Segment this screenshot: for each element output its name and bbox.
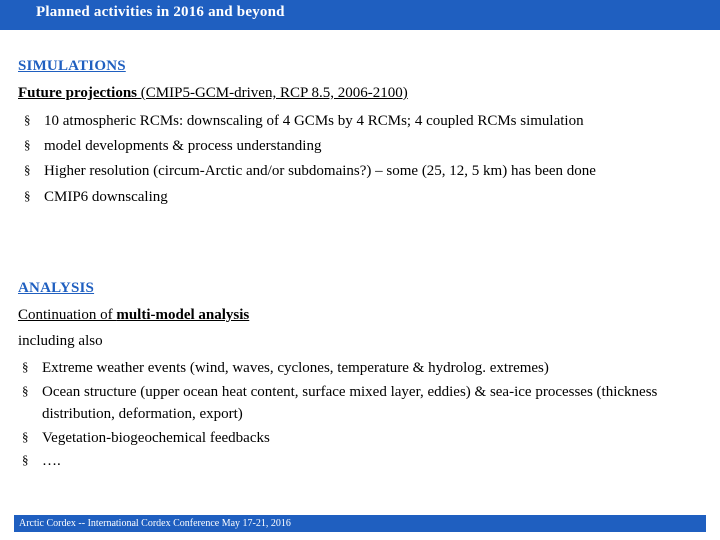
bullet-marker-icon: § [22, 359, 29, 374]
list-item: § Extreme weather events (wind, waves, c… [18, 357, 718, 380]
analysis-section: ANALYSIS Continuation of multi-model ana… [18, 280, 718, 474]
list-item-label: model developments & process understandi… [44, 138, 322, 155]
analysis-heading: ANALYSIS [18, 280, 95, 296]
list-item-label: Vegetation-biogeochemical feedbacks [42, 429, 270, 446]
bullet-marker-icon: § [22, 428, 29, 444]
bullet-marker-icon: § [24, 187, 31, 203]
list-item: § model developments & process understan… [18, 135, 718, 157]
list-item: § …. [18, 450, 718, 473]
list-item-label: 10 atmospheric RCMs: downscaling of 4 GC… [44, 113, 584, 129]
analysis-subheading-bold: multi-model analysis [116, 307, 250, 323]
simulations-subheading-rest: (CMIP5-GCM-driven, RCP 8.5, 2006-2100) [137, 85, 408, 101]
analysis-subheading: Continuation of multi-model analysis [18, 307, 718, 324]
bullet-marker-icon: § [22, 452, 29, 467]
list-item: § Higher resolution (circum-Arctic and/o… [18, 160, 718, 182]
analysis-bullet-list: § Extreme weather events (wind, waves, c… [18, 357, 718, 473]
title-bar: Planned activities in 2016 and beyond [0, 0, 720, 30]
simulations-subheading: Future projections (CMIP5-GCM-driven, RC… [18, 85, 718, 102]
list-item-label: …. [42, 453, 61, 469]
list-item-label: Higher resolution (circum-Arctic and/or … [44, 163, 596, 180]
list-item: § 10 atmospheric RCMs: downscaling of 4 … [18, 110, 718, 132]
list-item-label: CMIP6 downscaling [44, 188, 168, 205]
simulations-heading: SIMULATIONS [18, 58, 126, 74]
footer-bar: Arctic Cordex -- International Cordex Co… [14, 515, 706, 532]
list-item: § Vegetation-biogeochemical feedbacks [18, 427, 718, 450]
bullet-marker-icon: § [24, 137, 31, 153]
simulations-subheading-bold: Future projections [18, 85, 138, 101]
list-item-label: Extreme weather events (wind, waves, cyc… [42, 360, 549, 376]
list-item: § CMIP6 downscaling [18, 186, 718, 208]
analysis-including-text: including also [18, 333, 103, 349]
bullet-marker-icon: § [24, 162, 31, 178]
footer-text: Arctic Cordex -- International Cordex Co… [19, 518, 291, 529]
list-item: § Ocean structure (upper ocean heat cont… [18, 381, 718, 426]
analysis-subheading-plain: Continuation of [18, 307, 117, 323]
page-title: Planned activities in 2016 and beyond [36, 4, 285, 20]
list-item-label: Ocean structure (upper ocean heat conten… [42, 383, 658, 423]
bullet-marker-icon: § [24, 112, 31, 127]
bullet-marker-icon: § [22, 382, 29, 398]
simulations-bullet-list: § 10 atmospheric RCMs: downscaling of 4 … [18, 110, 718, 208]
simulations-section: SIMULATIONS Future projections (CMIP5-GC… [18, 58, 718, 211]
slide: Planned activities in 2016 and beyond SI… [0, 0, 720, 540]
